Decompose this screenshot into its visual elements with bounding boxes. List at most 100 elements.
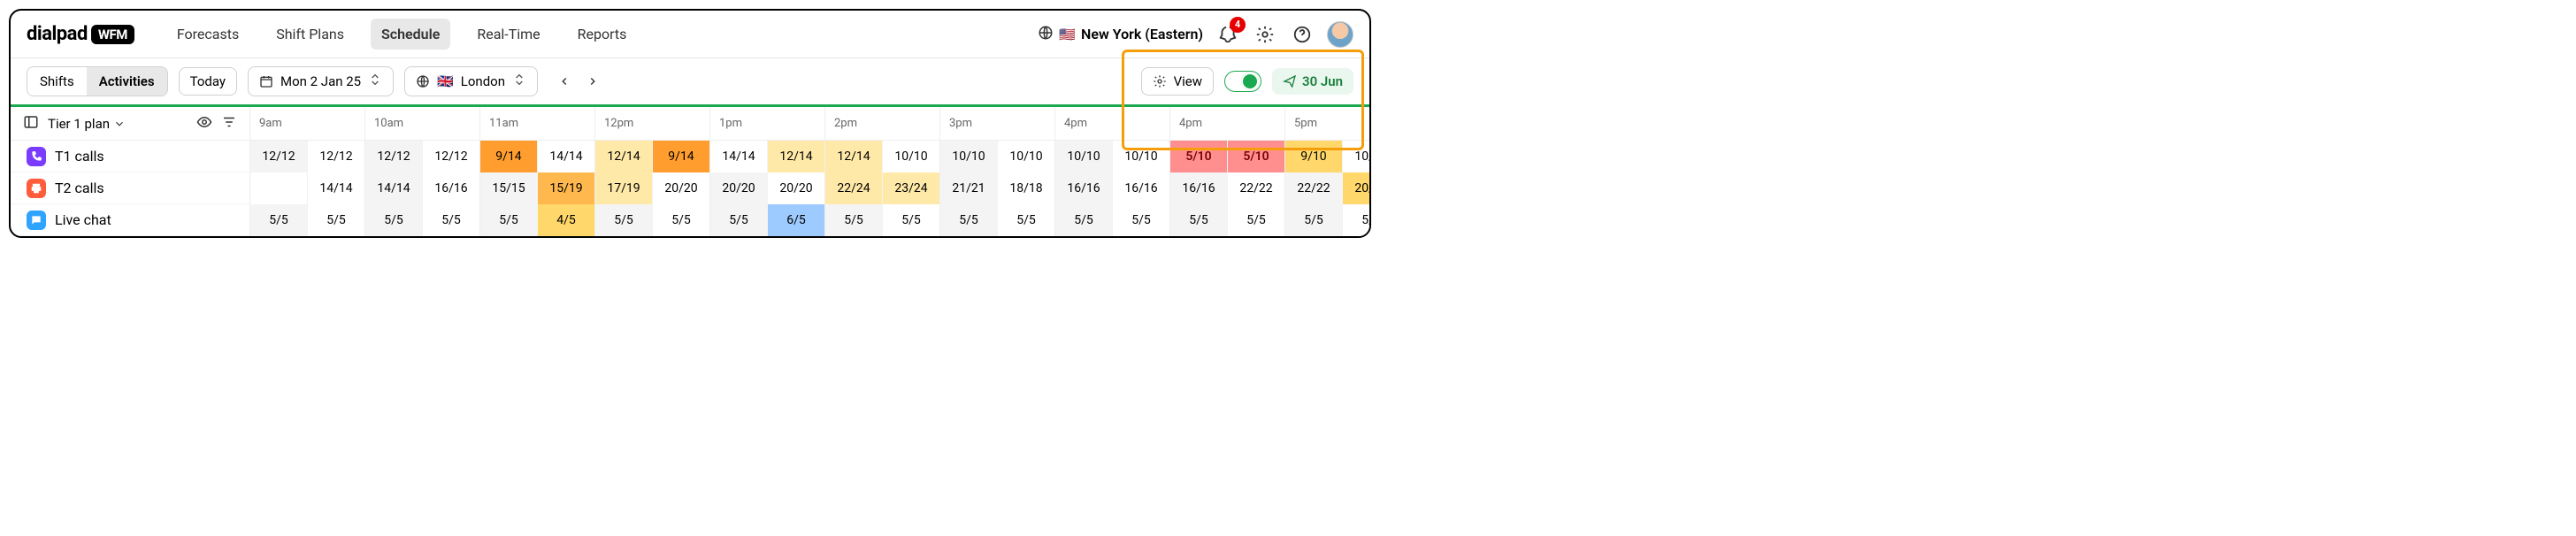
coverage-cell[interactable]: 5/5 [1054,204,1112,236]
shifts-tab[interactable]: Shifts [27,67,87,96]
coverage-cell[interactable]: 14/14 [364,172,422,204]
coverage-cell[interactable]: 5/5 [364,204,422,236]
coverage-cell[interactable]: 14/14 [307,172,364,204]
coverage-cell[interactable]: 14/14 [537,141,594,172]
hour-cell-pair: 16/1616/16 [1054,172,1169,204]
timezone-selector[interactable]: 🇺🇸 New York (Eastern) [1038,25,1203,44]
view-options-button[interactable]: View [1141,67,1214,96]
coverage-cell[interactable]: 9/10 [1284,141,1342,172]
activities-tab[interactable]: Activities [87,67,167,96]
hour-cell-pair: 5/55/5 [249,204,364,236]
target-date[interactable]: 30 Jun [1272,68,1353,95]
help-button[interactable] [1290,22,1315,47]
location-label: London [461,73,505,89]
coverage-cell[interactable]: 15/15 [479,172,537,204]
coverage-cell[interactable]: 5/5 [479,204,537,236]
coverage-cell[interactable]: 12/12 [364,141,422,172]
coverage-cell[interactable]: 12/14 [824,141,882,172]
coverage-cell[interactable]: 5/5 [249,204,307,236]
nav-tab-real-time[interactable]: Real-Time [466,19,550,50]
coverage-cell[interactable]: 4/5 [537,204,594,236]
filter-icon[interactable] [221,114,237,134]
coverage-cell[interactable]: 12/12 [307,141,364,172]
coverage-cell[interactable]: 21/21 [939,172,997,204]
hour-label: 12pm [595,107,709,141]
coverage-cell[interactable]: 6/5 [767,204,824,236]
coverage-cell[interactable]: 16/16 [422,172,479,204]
coverage-cell[interactable]: 5/5 [594,204,652,236]
coverage-cell[interactable]: 5/5 [1227,204,1284,236]
visibility-icon[interactable] [196,114,212,134]
coverage-cell[interactable]: 5/5 [1284,204,1342,236]
prev-button[interactable] [552,69,577,94]
date-picker[interactable]: Mon 2 Jan 25 [248,66,394,96]
coverage-cell[interactable]: 5/5 [882,204,939,236]
coverage-cell[interactable]: 12/14 [767,141,824,172]
coverage-cell[interactable]: 5/5 [997,204,1054,236]
coverage-cell[interactable]: 5/5 [824,204,882,236]
coverage-cell[interactable]: 15/19 [537,172,594,204]
coverage-cell[interactable]: 20/20 [1342,172,1371,204]
coverage-cell[interactable]: 5/5 [939,204,997,236]
coverage-cell[interactable] [249,172,307,204]
coverage-cell[interactable]: 5/5 [1112,204,1169,236]
expand-sidebar-icon[interactable] [23,114,39,134]
coverage-cell[interactable]: 10/10 [882,141,939,172]
plan-selector[interactable]: Tier 1 plan [48,116,126,132]
coverage-cell[interactable]: 20/20 [767,172,824,204]
coverage-cell[interactable]: 10/10 [939,141,997,172]
coverage-cell[interactable]: 10/10 [1342,141,1371,172]
coverage-cell[interactable]: 5/5 [1342,204,1371,236]
coverage-cell[interactable]: 10/10 [1054,141,1112,172]
nav-tab-shift-plans[interactable]: Shift Plans [265,19,355,50]
coverage-cell[interactable]: 5/5 [422,204,479,236]
coverage-cell[interactable]: 23/24 [882,172,939,204]
coverage-cell[interactable]: 12/14 [594,141,652,172]
coverage-cell[interactable]: 16/16 [1112,172,1169,204]
coverage-cell[interactable]: 5/10 [1169,141,1227,172]
coverage-cell[interactable]: 10/10 [1112,141,1169,172]
coverage-cell[interactable]: 22/22 [1227,172,1284,204]
today-button[interactable]: Today [179,67,237,96]
coverage-cell[interactable]: 20/20 [709,172,767,204]
coverage-cell[interactable]: 16/16 [1054,172,1112,204]
notifications-button[interactable]: 4 [1215,22,1240,47]
send-icon [1283,74,1297,88]
plan-actions [196,114,237,134]
coverage-cell[interactable]: 18/18 [997,172,1054,204]
nav-tab-forecasts[interactable]: Forecasts [166,19,249,50]
coverage-cell[interactable]: 9/14 [479,141,537,172]
hour-header: 9am10am11am12pm1pm2pm3pm4pm4pm5pm [249,107,1369,141]
hour-label: 9am [250,107,364,141]
coverage-cell[interactable]: 14/14 [709,141,767,172]
nav-tab-schedule[interactable]: Schedule [371,19,450,50]
coverage-cell[interactable]: 22/22 [1284,172,1342,204]
hour-cell-pair: 12/1410/10 [824,141,939,172]
location-picker[interactable]: 🇬🇧 London [404,66,538,96]
chat-icon [27,211,46,230]
coverage-cell[interactable]: 12/12 [249,141,307,172]
notification-badge: 4 [1230,17,1246,33]
coverage-cell[interactable]: 22/24 [824,172,882,204]
coverage-cell[interactable]: 5/5 [307,204,364,236]
hour-cell-pair: 15/1515/19 [479,172,594,204]
avatar[interactable] [1327,21,1353,48]
coverage-cell[interactable]: 12/12 [422,141,479,172]
coverage-cell[interactable]: 20/20 [652,172,709,204]
next-button[interactable] [580,69,605,94]
coverage-cell[interactable]: 16/16 [1169,172,1227,204]
coverage-cell[interactable]: 5/5 [709,204,767,236]
publish-toggle[interactable] [1224,71,1261,92]
toolbar: Shifts Activities Today Mon 2 Jan 25 🇬🇧 … [11,58,1369,104]
coverage-cell[interactable]: 5/10 [1227,141,1284,172]
coverage-cell[interactable]: 5/5 [1169,204,1227,236]
settings-button[interactable] [1253,22,1277,47]
coverage-cell[interactable]: 17/19 [594,172,652,204]
coverage-cell[interactable]: 9/14 [652,141,709,172]
nav-tab-reports[interactable]: Reports [567,19,638,50]
brand-badge: WFM [91,25,134,44]
coverage-cell[interactable]: 5/5 [652,204,709,236]
chevron-updown-icon [512,73,526,90]
hour-column: 12pm [594,107,709,141]
coverage-cell[interactable]: 10/10 [997,141,1054,172]
